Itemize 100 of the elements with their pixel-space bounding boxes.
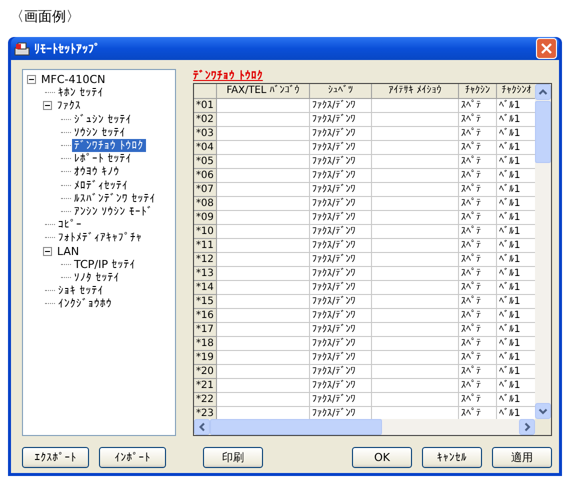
row-header: *03 [194,127,217,141]
row-header: *05 [194,155,217,169]
dialog-button[interactable]: ｲﾝﾎﾟｰﾄ [99,447,166,468]
scrollbar-corner [535,419,551,435]
collapse-icon[interactable] [43,246,52,256]
table-cell: ｽﾍﾟﾃ [459,113,497,127]
scroll-thumb[interactable] [535,101,551,163]
scroll-down-icon[interactable] [535,403,551,419]
column-header[interactable]: ﾁｬｸｼﾝｵ [497,84,535,99]
tree-item[interactable]: LAN [55,244,82,258]
table-cell: ﾌｧｸｽ/ﾃﾞﾝﾜ [310,155,372,169]
tree-item[interactable]: ﾌｫﾄﾒﾃﾞｨｱｷｬﾌﾟﾁｬ [56,231,144,244]
tree-item[interactable]: ｿﾉﾀ ｾｯﾃｲ [72,270,122,284]
tree-item[interactable]: ｺﾋﾟｰ [56,218,84,232]
row-header: *13 [194,267,217,281]
tree-item[interactable]: MFC-410CN [39,73,108,86]
tree-item[interactable]: ﾌｧｸｽ [55,99,83,112]
table-cell: ﾌｧｸｽ/ﾃﾞﾝﾜ [310,351,372,365]
row-header: *02 [194,113,217,127]
row-header: *09 [194,211,217,225]
vertical-scrollbar[interactable] [535,84,551,419]
tree-item[interactable]: ﾒﾛﾃﾞｨｾｯﾃｲ [72,178,130,192]
table-cell: ｽﾍﾟﾃ [459,239,497,253]
table-cell: ﾌｧｸｽ/ﾃﾞﾝﾜ [310,183,372,197]
table-cell: ﾌｧｸｽ/ﾃﾞﾝﾜ [310,99,372,113]
table-cell: ｽﾍﾟﾃ [459,309,497,323]
row-header: *08 [194,197,217,211]
tree-item[interactable]: ｼﾞｭｼﾝ ｾｯﾃｲ [72,112,134,126]
table-cell: ｽﾍﾟﾃ [459,225,497,239]
column-header[interactable]: ｼｭﾍﾞﾂ [310,84,372,99]
table-cell: ｽﾍﾟﾃ [459,183,497,197]
table-cell: ﾌｧｸｽ/ﾃﾞﾝﾜ [310,365,372,379]
dialog-button[interactable]: OK [352,447,412,468]
table-cell: ｽﾍﾟﾃ [459,141,497,155]
table-cell: ｽﾍﾟﾃ [459,211,497,225]
close-button[interactable] [536,38,557,59]
table-cell: ｽﾍﾟﾃ [459,253,497,267]
tree-item[interactable]: ﾙｽﾊﾞﾝﾃﾞﾝﾜ ｾｯﾃｲ [72,192,158,205]
table-cell: ｽﾍﾟﾃ [459,337,497,351]
print-button[interactable]: 印刷 [203,447,263,468]
printer-icon [14,40,30,56]
table-cell: ﾌｧｸｽ/ﾃﾞﾝﾜ [310,295,372,309]
table-cell: ﾌｧｸｽ/ﾃﾞﾝﾜ [310,281,372,295]
row-header: *21 [194,379,217,393]
scroll-thumb[interactable] [210,419,382,435]
tree-item[interactable]: ｷﾎﾝ ｾｯﾃｲ [56,86,106,100]
row-header: *23 [194,407,217,419]
column-header[interactable]: ｱｲﾃｻｷ ﾒｲｼｮｳ [372,84,459,99]
table-cell: ﾌｧｸｽ/ﾃﾞﾝﾜ [310,141,372,155]
tree-item[interactable]: ｼｮｷ ｾｯﾃｲ [56,284,106,298]
row-header: *04 [194,141,217,155]
dialog-button[interactable]: 適用 [492,447,552,468]
collapse-icon[interactable] [43,101,52,110]
table-cell: ﾌｧｸｽ/ﾃﾞﾝﾜ [310,239,372,253]
corner-header [194,84,217,99]
table-cell: ﾌｧｸｽ/ﾃﾞﾝﾜ [310,323,372,337]
row-header: *17 [194,323,217,337]
table-cell: ﾌｧｸｽ/ﾃﾞﾝﾜ [310,127,372,141]
table-cell: ｽﾍﾟﾃ [459,365,497,379]
collapse-icon[interactable] [27,75,36,84]
row-header: *18 [194,337,217,351]
table-cell: ﾌｧｸｽ/ﾃﾞﾝﾜ [310,211,372,225]
table-cell: ﾌｧｸｽ/ﾃﾞﾝﾜ [310,225,372,239]
scroll-right-icon[interactable] [519,419,535,435]
table-cell: ﾌｧｸｽ/ﾃﾞﾝﾜ [310,393,372,407]
table-cell: ﾌｧｸｽ/ﾃﾞﾝﾜ [310,169,372,183]
tree-item[interactable]: ｱﾝｼﾝ ｿｳｼﾝ ﾓｰﾄﾞ [72,204,155,218]
table-cell: ｽﾍﾟﾃ [459,379,497,393]
table-cell: ｽﾍﾟﾃ [459,169,497,183]
tree-item[interactable]: ﾚﾎﾟｰﾄ ｾｯﾃｲ [72,152,134,166]
table-cell: ｽﾍﾟﾃ [459,197,497,211]
row-header: *11 [194,239,217,253]
caption: 〈画面例〉 [9,8,81,27]
row-header: *19 [194,351,217,365]
scroll-up-icon[interactable] [535,84,551,100]
dialog-button[interactable]: ｷｬﾝｾﾙ [422,447,482,468]
table-cell: ｽﾍﾟﾃ [459,323,497,337]
dialog-button[interactable]: ｴｸｽﾎﾟｰﾄ [22,447,89,468]
row-header: *20 [194,365,217,379]
tree-item[interactable]: ｲﾝｸｼﾞｮｳﾎｳ [56,297,114,310]
scroll-left-icon[interactable] [194,419,210,435]
table-cell: ﾌｧｸｽ/ﾃﾞﾝﾜ [310,253,372,267]
table-cell: ﾌｧｸｽ/ﾃﾞﾝﾜ [310,267,372,281]
tree-item[interactable]: ﾃﾞﾝﾜﾁｮｳ ﾄｳﾛｸ [72,139,146,152]
column-header[interactable]: ﾁｬｸｼﾝ [459,84,497,99]
row-header: *07 [194,183,217,197]
row-header: *06 [194,169,217,183]
column-header[interactable]: FAX/TEL ﾊﾞﾝｺﾞｳ [217,84,310,99]
table-cell: ｽﾍﾟﾃ [459,351,497,365]
horizontal-scrollbar[interactable] [194,419,551,435]
panel-title: ﾃﾞﾝﾜﾁｮｳ ﾄｳﾛｸ [193,69,263,83]
row-header: *14 [194,281,217,295]
table-cell: ﾌｧｸｽ/ﾃﾞﾝﾜ [310,379,372,393]
tree-item[interactable]: ｿｳｼﾝ ｾｯﾃｲ [72,126,128,139]
table-cell: ﾌｧｸｽ/ﾃﾞﾝﾜ [310,113,372,127]
table-cell: ﾌｧｸｽ/ﾃﾞﾝﾜ [310,309,372,323]
row-header: *12 [194,253,217,267]
tree-item[interactable]: ｵｳﾖｳ ｷﾉｳ [72,165,122,178]
tree-item[interactable]: TCP/IP ｾｯﾃｲ [72,258,138,271]
table-cell: ｽﾍﾟﾃ [459,281,497,295]
